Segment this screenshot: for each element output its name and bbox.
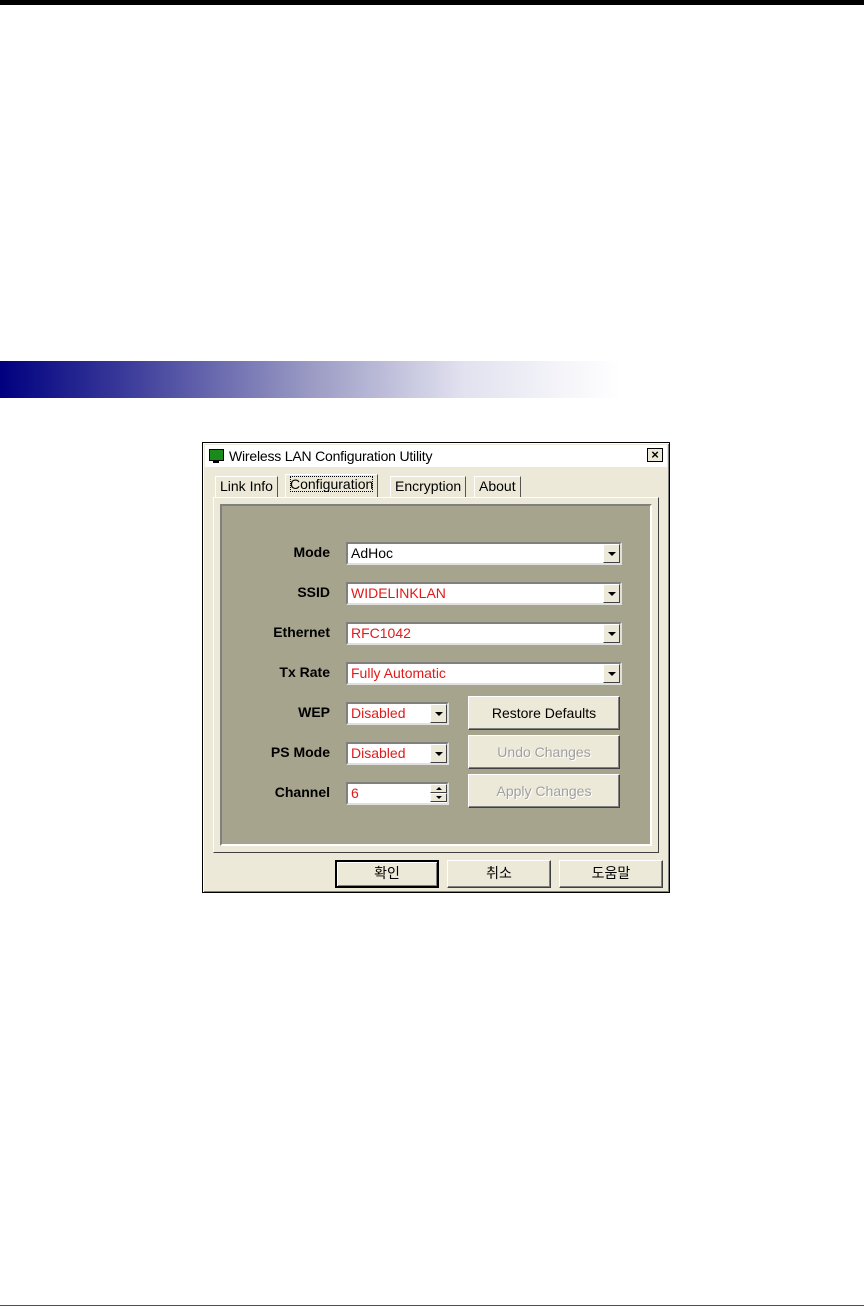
spin-up-icon[interactable] [430,784,447,793]
undo-changes-button: Undo Changes [468,735,620,769]
wep-value: Disabled [351,705,406,721]
wep-label: WEP [298,704,330,720]
ssid-select[interactable]: WIDELINKLAN [346,582,622,605]
apply-changes-button: Apply Changes [468,774,620,808]
ethernet-dropdown-arrow-icon[interactable] [603,624,620,643]
tx-rate-value: Fully Automatic [351,665,446,681]
close-button[interactable]: × [647,448,663,462]
ok-button[interactable]: 확인 [335,860,439,888]
mode-value: AdHoc [351,545,394,561]
window-title: Wireless LAN Configuration Utility [229,448,433,464]
tx-rate-dropdown-arrow-icon[interactable] [603,664,620,683]
cancel-button[interactable]: 취소 [447,860,551,888]
channel-spinner[interactable]: 6 [346,782,449,805]
mode-dropdown-arrow-icon[interactable] [603,544,620,563]
ps-mode-label: PS Mode [270,744,330,760]
tab-link-info-label: Link Info [220,478,273,494]
ps-mode-value: Disabled [351,745,406,761]
configuration-panel: Mode AdHoc SSID WIDELINKLAN Ethernet RFC… [220,504,652,846]
ssid-label: SSID [297,584,330,600]
tab-encryption-label: Encryption [395,478,462,494]
ps-mode-dropdown-arrow-icon[interactable] [430,744,447,763]
ethernet-label: Ethernet [273,624,330,640]
page-top-rule [0,0,864,5]
tab-configuration[interactable]: Configuration [285,474,379,498]
restore-defaults-button[interactable]: Restore Defaults [468,696,620,730]
tab-panel: Mode AdHoc SSID WIDELINKLAN Ethernet RFC… [213,497,659,853]
ps-mode-select[interactable]: Disabled [346,742,449,765]
tab-about-label: About [479,478,516,494]
wep-dropdown-arrow-icon[interactable] [430,704,447,723]
tab-about[interactable]: About [474,476,521,497]
tab-encryption[interactable]: Encryption [390,476,467,497]
tab-link-info[interactable]: Link Info [215,476,278,497]
mode-select[interactable]: AdHoc [346,542,622,565]
wlan-config-window: Wireless LAN Configuration Utility × Lin… [202,442,670,893]
ethernet-select[interactable]: RFC1042 [346,622,622,645]
mode-label: Mode [293,544,330,560]
ethernet-value: RFC1042 [351,625,411,641]
channel-value: 6 [351,785,359,801]
tx-rate-select[interactable]: Fully Automatic [346,662,622,685]
help-button[interactable]: 도움말 [559,860,663,888]
tx-rate-label: Tx Rate [279,664,330,680]
channel-label: Channel [274,784,330,800]
wep-select[interactable]: Disabled [346,702,449,725]
section-banner [0,361,620,398]
ssid-value: WIDELINKLAN [351,585,446,601]
title-bar[interactable]: Wireless LAN Configuration Utility × [205,445,667,467]
spin-down-icon[interactable] [430,793,447,802]
monitor-icon [208,448,224,464]
ssid-dropdown-arrow-icon[interactable] [603,584,620,603]
tab-configuration-label: Configuration [290,476,374,492]
page-bottom-rule [0,1305,864,1306]
